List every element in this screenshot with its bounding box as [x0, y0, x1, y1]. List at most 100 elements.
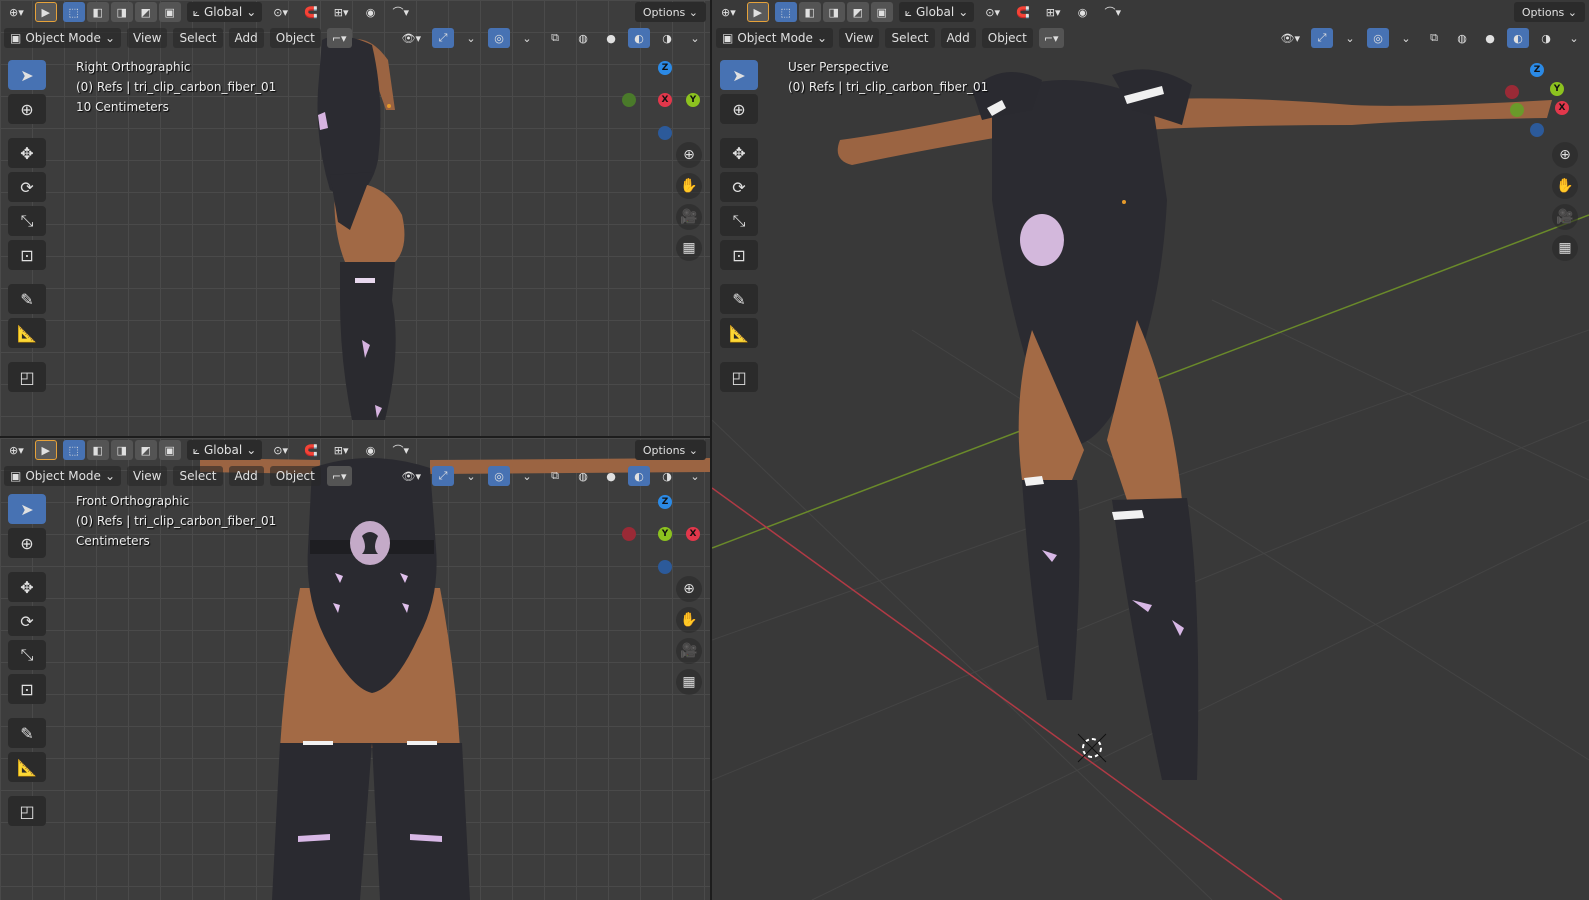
overlay-toggle-icon[interactable]: ◎: [1367, 28, 1389, 48]
overlay-toggle-icon[interactable]: ◎: [488, 466, 510, 486]
ortho-grid-icon[interactable]: ▦: [676, 669, 702, 695]
gizmo-neg-x[interactable]: [622, 527, 636, 541]
mode-select[interactable]: ▣ Object Mode ⌄: [4, 466, 121, 486]
solid-shading-icon[interactable]: ●: [600, 28, 622, 48]
pivot-icon[interactable]: ⊙▾: [980, 2, 1005, 22]
cursor-icon[interactable]: ⊕: [720, 94, 758, 124]
select-new-icon[interactable]: ⬚: [774, 2, 797, 22]
menu-object[interactable]: Object: [981, 28, 1033, 48]
gizmo-toggle-icon[interactable]: ⤢: [432, 466, 454, 486]
select-new-icon[interactable]: ⬚: [62, 2, 85, 22]
rotate-icon[interactable]: ⟳: [8, 606, 46, 636]
falloff-icon[interactable]: ⌒▾: [388, 2, 415, 22]
move-icon[interactable]: ✥: [720, 138, 758, 168]
menu-view[interactable]: View: [127, 466, 168, 486]
material-shading-icon[interactable]: ◐: [628, 28, 650, 48]
transform-affect-icon[interactable]: ⌐▾: [326, 466, 352, 486]
camera-icon[interactable]: 🎥: [1552, 204, 1578, 230]
falloff-icon[interactable]: ⌒▾: [388, 440, 415, 460]
gizmo-neg-z[interactable]: [1530, 123, 1544, 137]
select-tool-icon[interactable]: ▶: [34, 440, 57, 460]
select-box-icon[interactable]: ➤: [8, 60, 46, 90]
pan-hand-icon[interactable]: ✋: [1552, 173, 1578, 199]
proportional-edit-icon[interactable]: ◉: [360, 2, 382, 22]
select-intersect-icon[interactable]: ▣: [870, 2, 893, 22]
xray-icon[interactable]: ⧉: [544, 466, 566, 486]
snap-target-icon[interactable]: ⊞▾: [329, 440, 354, 460]
pivot-icon[interactable]: ⊙▾: [268, 440, 293, 460]
editor-type-button[interactable]: ⊕▾: [4, 2, 29, 22]
annotate-icon[interactable]: ✎: [8, 284, 46, 314]
select-extend-icon[interactable]: ◧: [86, 2, 109, 22]
material-shading-icon[interactable]: ◐: [1507, 28, 1529, 48]
solid-shading-icon[interactable]: ●: [1479, 28, 1501, 48]
add-cube-icon[interactable]: ◰: [8, 796, 46, 826]
gizmo-toggle-icon[interactable]: ⤢: [1311, 28, 1333, 48]
gizmo-z-axis[interactable]: Z: [658, 495, 672, 509]
chevron-down-icon[interactable]: ⌄: [1563, 28, 1585, 48]
viewport-right-ortho[interactable]: ⊕▾ ▶ ⬚ ◧ ◨ ◩ ▣ ⟀ Global ⌄ ⊙▾ 🧲 ⊞▾ ◉ ⌒▾ Opt…: [0, 0, 712, 438]
zoom-icon[interactable]: ⊕: [676, 142, 702, 168]
perspective-grid-icon[interactable]: ▦: [1552, 235, 1578, 261]
gizmo-y-axis[interactable]: Y: [1550, 82, 1564, 96]
gizmo-x-axis[interactable]: X: [686, 527, 700, 541]
mode-select[interactable]: ▣ Object Mode ⌄: [716, 28, 833, 48]
menu-select[interactable]: Select: [885, 28, 935, 48]
cursor-icon[interactable]: ⊕: [8, 94, 46, 124]
mode-select[interactable]: ▣ Object Mode ⌄: [4, 28, 121, 48]
snap-icon[interactable]: 🧲: [1011, 2, 1035, 22]
select-subtract-icon[interactable]: ◨: [822, 2, 845, 22]
gizmo-x-axis[interactable]: X: [658, 93, 672, 107]
chevron-down-icon[interactable]: ⌄: [460, 466, 482, 486]
chevron-down-icon[interactable]: ⌄: [516, 28, 538, 48]
gizmo-toggle-icon[interactable]: ⤢: [432, 28, 454, 48]
rendered-shading-icon[interactable]: ◑: [656, 466, 678, 486]
pan-hand-icon[interactable]: ✋: [676, 173, 702, 199]
menu-add[interactable]: Add: [940, 28, 976, 48]
gizmo-x-axis[interactable]: X: [1555, 101, 1569, 115]
measure-icon[interactable]: 📐: [720, 318, 758, 348]
viewport-user-perspective[interactable]: ⊕▾ ▶ ⬚ ◧ ◨ ◩ ▣ ⟀ Global ⌄ ⊙▾ 🧲 ⊞▾ ◉ ⌒▾ Opt…: [712, 0, 1589, 900]
select-extend-icon[interactable]: ◧: [798, 2, 821, 22]
wireframe-shading-icon[interactable]: ◍: [572, 28, 594, 48]
transform-orientation-select[interactable]: ⟀ Global ⌄: [186, 2, 263, 22]
falloff-icon[interactable]: ⌒▾: [1100, 2, 1127, 22]
snap-icon[interactable]: 🧲: [299, 2, 323, 22]
transform-icon[interactable]: ⊡: [8, 240, 46, 270]
xray-icon[interactable]: ⧉: [544, 28, 566, 48]
annotate-icon[interactable]: ✎: [8, 718, 46, 748]
chevron-down-icon[interactable]: ⌄: [1339, 28, 1361, 48]
gizmo-y-axis[interactable]: Y: [686, 93, 700, 107]
snap-icon[interactable]: 🧲: [299, 440, 323, 460]
menu-object[interactable]: Object: [269, 28, 321, 48]
gizmo-neg-x[interactable]: [1505, 85, 1519, 99]
transform-icon[interactable]: ⊡: [720, 240, 758, 270]
chevron-down-icon[interactable]: ⌄: [684, 28, 706, 48]
transform-affect-icon[interactable]: ⌐▾: [326, 28, 352, 48]
visibility-icon[interactable]: 👁▾: [1276, 28, 1306, 48]
select-tool-icon[interactable]: ▶: [746, 2, 769, 22]
gizmo-neg-y[interactable]: [1510, 103, 1524, 117]
transform-affect-icon[interactable]: ⌐▾: [1038, 28, 1064, 48]
gizmo-z-axis[interactable]: Z: [658, 61, 672, 75]
zoom-icon[interactable]: ⊕: [1552, 142, 1578, 168]
gizmo-neg-y[interactable]: [622, 93, 636, 107]
proportional-edit-icon[interactable]: ◉: [1072, 2, 1094, 22]
options-button[interactable]: Options ⌄: [634, 440, 706, 460]
chevron-down-icon[interactable]: ⌄: [516, 466, 538, 486]
camera-icon[interactable]: 🎥: [676, 204, 702, 230]
rotate-icon[interactable]: ⟳: [8, 172, 46, 202]
editor-type-button[interactable]: ⊕▾: [716, 2, 741, 22]
select-subtract-icon[interactable]: ◨: [110, 440, 133, 460]
snap-target-icon[interactable]: ⊞▾: [1041, 2, 1066, 22]
proportional-edit-icon[interactable]: ◉: [360, 440, 382, 460]
editor-type-button[interactable]: ⊕▾: [4, 440, 29, 460]
zoom-icon[interactable]: ⊕: [676, 576, 702, 602]
material-shading-icon[interactable]: ◐: [628, 466, 650, 486]
camera-icon[interactable]: 🎥: [676, 638, 702, 664]
rendered-shading-icon[interactable]: ◑: [656, 28, 678, 48]
snap-target-icon[interactable]: ⊞▾: [329, 2, 354, 22]
select-intersect-icon[interactable]: ▣: [158, 2, 181, 22]
solid-shading-icon[interactable]: ●: [600, 466, 622, 486]
ortho-grid-icon[interactable]: ▦: [676, 235, 702, 261]
